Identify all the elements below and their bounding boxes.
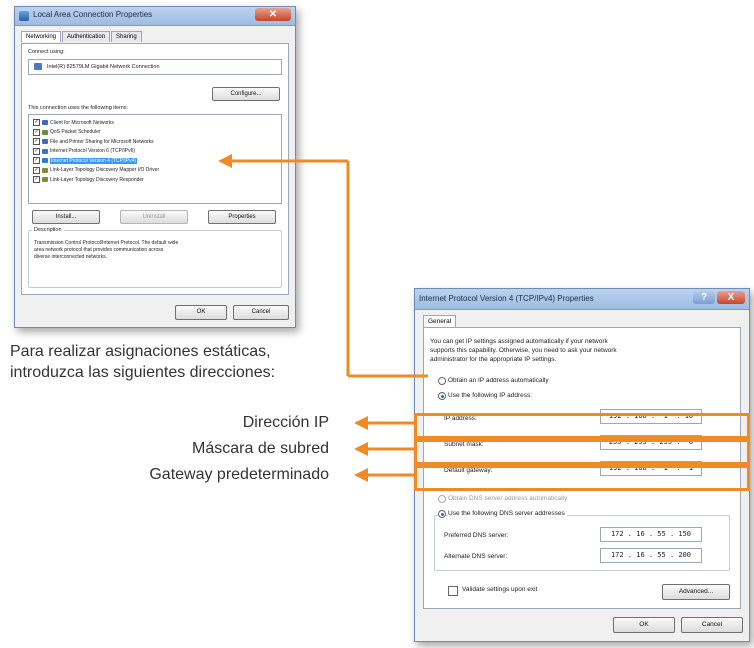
items-label: This connection uses the following items…: [28, 105, 128, 111]
network-component-icon: [42, 158, 48, 163]
list-item[interactable]: ✓ File and Printer Sharing for Microsoft …: [33, 138, 154, 145]
local-area-connection-dialog: Local Area Connection Properties ✕ Netwo…: [14, 6, 296, 328]
description-label: Description: [32, 227, 64, 233]
item-label: File and Printer Sharing for Microsoft N…: [50, 138, 154, 145]
list-item[interactable]: ✓ Link-Layer Topology Discovery Responder: [33, 176, 144, 183]
caption-line-1: Para realizar asignaciones estáticas,: [10, 343, 271, 360]
use-following-dns-radio[interactable]: [438, 510, 446, 518]
obtain-ip-auto-label: Obtain an IP address automatically: [448, 377, 549, 384]
list-item[interactable]: ✓ Internet Protocol Version 6 (TCP/IPv6): [33, 147, 136, 155]
adapter-field: Intel(R) 82579LM Gigabit Network Connect…: [28, 59, 282, 75]
network-component-icon: [42, 129, 48, 135]
left-cancel-button[interactable]: Cancel: [233, 305, 289, 320]
description-text-1: Transmission Control Protocol/Internet P…: [34, 240, 179, 246]
tab-networking[interactable]: Networking: [21, 31, 62, 42]
close-icon[interactable]: X: [717, 291, 745, 304]
configure-button[interactable]: Configure...: [212, 87, 280, 101]
list-item[interactable]: ✓ Internet Protocol Version 4 (TCP/IPv4): [33, 157, 138, 164]
right-dialog-title: Internet Protocol Version 4 (TCP/IPv4) P…: [419, 294, 594, 303]
item-label: Internet Protocol Version 6 (TCP/IPv6): [50, 148, 136, 154]
item-checkbox[interactable]: ✓: [33, 157, 40, 164]
validate-label: Validate settings upon exit: [462, 586, 538, 593]
annotation-default-gateway: Gateway predeterminado: [149, 466, 329, 483]
properties-button[interactable]: Properties: [208, 210, 276, 224]
tab-general[interactable]: General: [423, 315, 457, 327]
description-text-3: diverse interconnected networks.: [34, 254, 108, 260]
right-dialog-titlebar: Internet Protocol Version 4 (TCP/IPv4) P…: [415, 289, 749, 310]
use-following-ip-radio[interactable]: [438, 392, 446, 400]
uninstall-button[interactable]: Uninstall: [120, 210, 188, 224]
use-following-ip-label: Use the following IP address:: [448, 392, 533, 399]
use-following-dns-label: Use the following DNS server addresses: [448, 510, 567, 517]
adapter-icon: [34, 63, 42, 70]
networking-panel: Connect using: Intel(R) 82579LM Gigabit …: [21, 43, 289, 295]
preferred-dns-label: Preferred DNS server:: [444, 532, 509, 539]
obtain-dns-auto-radio[interactable]: [438, 495, 446, 503]
alternate-dns-label: Alternate DNS server:: [444, 553, 508, 560]
description-text-2: area network protocol that provides comm…: [34, 247, 164, 253]
item-checkbox[interactable]: ✓: [33, 138, 40, 145]
obtain-ip-auto-radio[interactable]: [438, 377, 446, 385]
intro-text-1: You can get IP settings assigned automat…: [430, 338, 608, 345]
connect-using-label: Connect using:: [28, 49, 65, 55]
right-cancel-button[interactable]: Cancel: [681, 617, 743, 633]
list-item[interactable]: ✓ Link-Layer Topology Discovery Mapper I/…: [33, 166, 160, 174]
item-label: QoS Packet Scheduler: [50, 129, 101, 135]
validate-checkbox[interactable]: [448, 586, 458, 596]
network-icon: [19, 11, 29, 21]
network-component-icon: [42, 139, 48, 144]
preferred-dns-field[interactable]: 172 . 16 . 55 . 150: [600, 527, 702, 542]
caption-line-2: introduzca las siguientes direcciones:: [10, 364, 276, 381]
tab-authentication[interactable]: Authentication: [62, 31, 111, 42]
subnet-mask-highlight: [414, 439, 750, 465]
alternate-dns-field[interactable]: 172 . 16 . 55 . 200: [600, 548, 702, 563]
item-checkbox[interactable]: ✓: [33, 166, 40, 174]
right-ok-button[interactable]: OK: [613, 617, 675, 633]
annotation-ip-address: Dirección IP: [242, 414, 329, 431]
intro-text-2: supports this capability. Otherwise, you…: [430, 347, 617, 354]
item-label: Internet Protocol Version 4 (TCP/IPv4): [50, 157, 138, 164]
left-dialog-titlebar: Local Area Connection Properties ✕: [15, 7, 295, 26]
item-checkbox[interactable]: ✓: [33, 128, 40, 136]
item-label: Link-Layer Topology Discovery Responder: [50, 176, 144, 183]
help-icon[interactable]: ?: [693, 291, 715, 304]
close-icon[interactable]: ✕: [255, 8, 291, 21]
ip-pointer-arrowhead: [354, 416, 368, 430]
network-component-icon: [42, 167, 48, 173]
network-component-icon: [42, 148, 48, 154]
items-list[interactable]: ✓ Client for Microsoft Networks ✓ QoS Packe…: [28, 114, 282, 204]
intro-text-3: administrator for the appropriate IP set…: [430, 356, 557, 363]
left-ok-button[interactable]: OK: [175, 305, 227, 320]
list-item[interactable]: ✓ QoS Packet Scheduler: [33, 128, 101, 136]
adapter-name: Intel(R) 82579LM Gigabit Network Connect…: [47, 64, 160, 70]
network-component-icon: [42, 120, 48, 125]
item-label: Link-Layer Topology Discovery Mapper I/O…: [50, 167, 160, 173]
item-checkbox[interactable]: ✓: [33, 147, 40, 155]
tab-sharing[interactable]: Sharing: [111, 31, 142, 42]
item-checkbox[interactable]: ✓: [33, 119, 40, 126]
item-checkbox[interactable]: ✓: [33, 176, 40, 183]
advanced-button[interactable]: Advanced...: [662, 584, 730, 600]
annotation-subnet-mask: Máscara de subred: [192, 440, 329, 457]
obtain-dns-auto-label: Obtain DNS server address automatically: [448, 495, 568, 502]
mask-pointer-arrowhead: [354, 442, 368, 456]
install-button[interactable]: Install...: [32, 210, 100, 224]
list-item[interactable]: ✓ Client for Microsoft Networks: [33, 119, 114, 126]
network-component-icon: [42, 177, 48, 182]
item-label: Client for Microsoft Networks: [50, 119, 114, 126]
gateway-pointer-arrowhead: [354, 468, 368, 482]
left-dialog-title: Local Area Connection Properties: [33, 10, 153, 19]
ip-address-highlight: [414, 413, 750, 439]
default-gateway-highlight: [414, 465, 750, 491]
